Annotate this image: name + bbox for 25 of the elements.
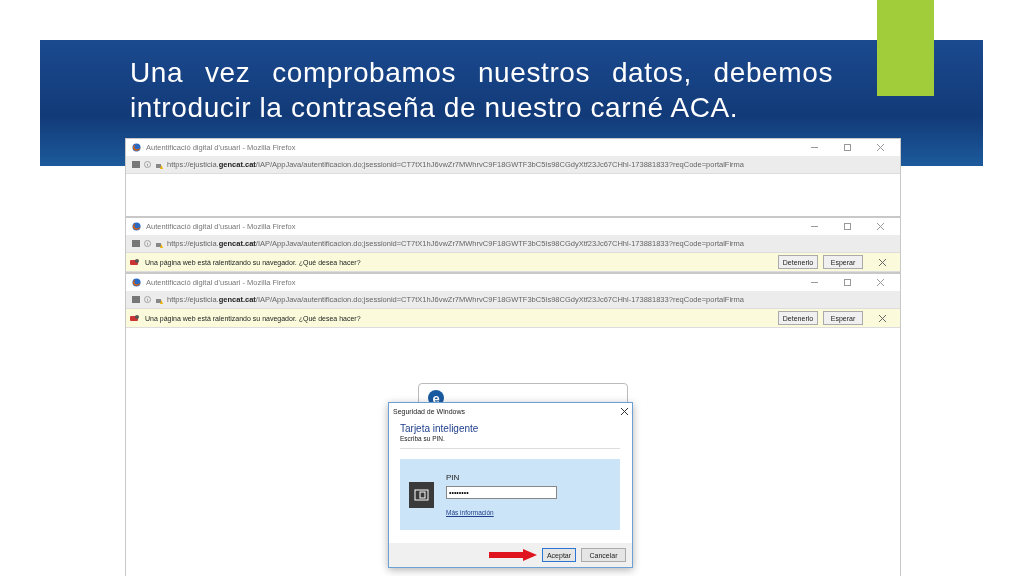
close-icon[interactable] xyxy=(621,407,628,415)
page-icon xyxy=(132,240,140,247)
page-icon xyxy=(132,296,140,303)
arrow-icon xyxy=(489,549,537,561)
minimize-icon[interactable] xyxy=(810,226,818,227)
browser-logo-icon xyxy=(132,143,141,152)
pin-label: PIN xyxy=(446,473,461,482)
smart-card-icon xyxy=(409,481,434,508)
close-icon[interactable] xyxy=(878,314,886,322)
browser-logo-icon xyxy=(132,222,141,231)
slow-script-icon xyxy=(130,258,140,266)
slow-script-icon xyxy=(130,314,140,322)
info-icon xyxy=(144,240,151,247)
info-icon xyxy=(144,161,151,168)
info-icon xyxy=(144,296,151,303)
close-icon[interactable] xyxy=(878,258,886,266)
minimize-icon[interactable] xyxy=(810,147,818,148)
browser-logo-icon xyxy=(132,278,141,287)
minimize-icon[interactable] xyxy=(810,282,818,283)
slide-title: Una vez comprobamos nuestros datos, debemos introducir la contraseña de nuestro carné ACA. xyxy=(130,56,833,125)
maximize-icon[interactable] xyxy=(843,279,851,286)
maximize-icon[interactable] xyxy=(843,144,851,151)
maximize-icon[interactable] xyxy=(843,223,851,230)
dialog-heading: Tarjeta inteligente xyxy=(400,423,480,434)
page-icon xyxy=(132,161,140,168)
